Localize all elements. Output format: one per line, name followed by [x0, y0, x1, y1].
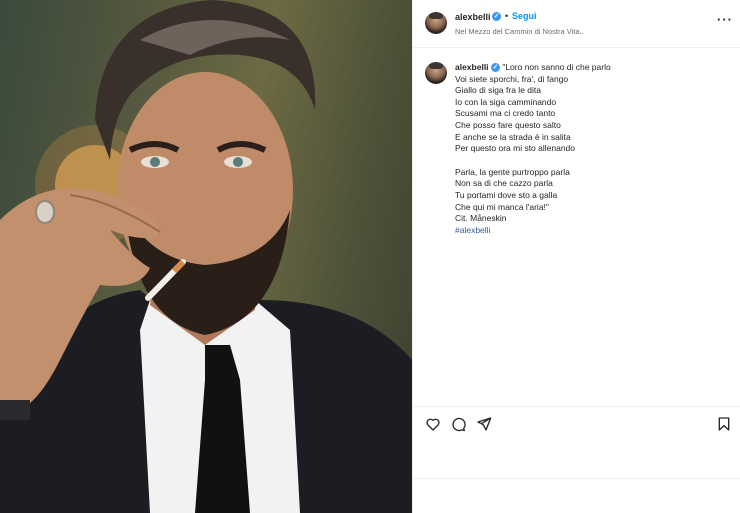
- caption-line: E anche se la strada è in salita: [455, 131, 571, 142]
- post-header: alexbelli ✓ • Segui Nel Mezzo del Cammin…: [413, 0, 740, 48]
- verified-badge-icon: ✓: [490, 63, 500, 73]
- caption-line: Scusami ma ci credo tanto: [455, 108, 556, 119]
- caption-line: Parla, la gente purtroppo parla: [455, 166, 570, 177]
- caption-line: Che posso fare questo salto: [455, 119, 561, 130]
- post-caption: alexbelli ✓ "Loro non sanno di che parlo…: [455, 62, 735, 236]
- bookmark-icon[interactable]: [716, 416, 732, 432]
- caption-line: Tu portami dove sto a galla: [455, 189, 558, 200]
- more-options-icon[interactable]: ···: [717, 13, 733, 26]
- caption-line: Che qui mi manca l'aria!": [455, 201, 549, 212]
- caption-line: "Loro non sanno di che parlo: [502, 62, 611, 72]
- follow-button[interactable]: Segui: [512, 11, 537, 21]
- caption-line: Per questo ora mi sto allenando: [455, 143, 576, 154]
- username-link[interactable]: alexbelli: [455, 12, 491, 22]
- avatar[interactable]: [425, 12, 447, 34]
- comment-icon[interactable]: [450, 416, 466, 432]
- portrait-image: [0, 0, 412, 513]
- post-photo[interactable]: [0, 0, 412, 513]
- caption-line: Non sa di che cazzo parla: [455, 178, 553, 189]
- caption-username[interactable]: alexbelli: [455, 62, 489, 72]
- post-details-panel: alexbelli ✓ • Segui Nel Mezzo del Cammin…: [412, 0, 740, 513]
- caption-line: Cit. Måneskin: [455, 213, 507, 224]
- caption-avatar[interactable]: [425, 62, 447, 84]
- caption-line: Io con la siga camminando: [455, 96, 557, 107]
- action-bar: [413, 406, 740, 440]
- divider: [413, 478, 740, 479]
- caption-line: Voi siete sporchi, fra', di fango: [455, 73, 569, 84]
- heart-icon[interactable]: [425, 416, 441, 432]
- send-icon[interactable]: [476, 416, 492, 432]
- separator-dot: •: [505, 11, 509, 21]
- caption-line: Giallo di siga fra le dita: [455, 85, 541, 96]
- verified-badge-icon: ✓: [492, 12, 501, 21]
- location-link[interactable]: Nel Mezzo del Cammin di Nostra Vita..: [455, 27, 584, 36]
- hashtag-link[interactable]: #alexbelli: [455, 225, 735, 237]
